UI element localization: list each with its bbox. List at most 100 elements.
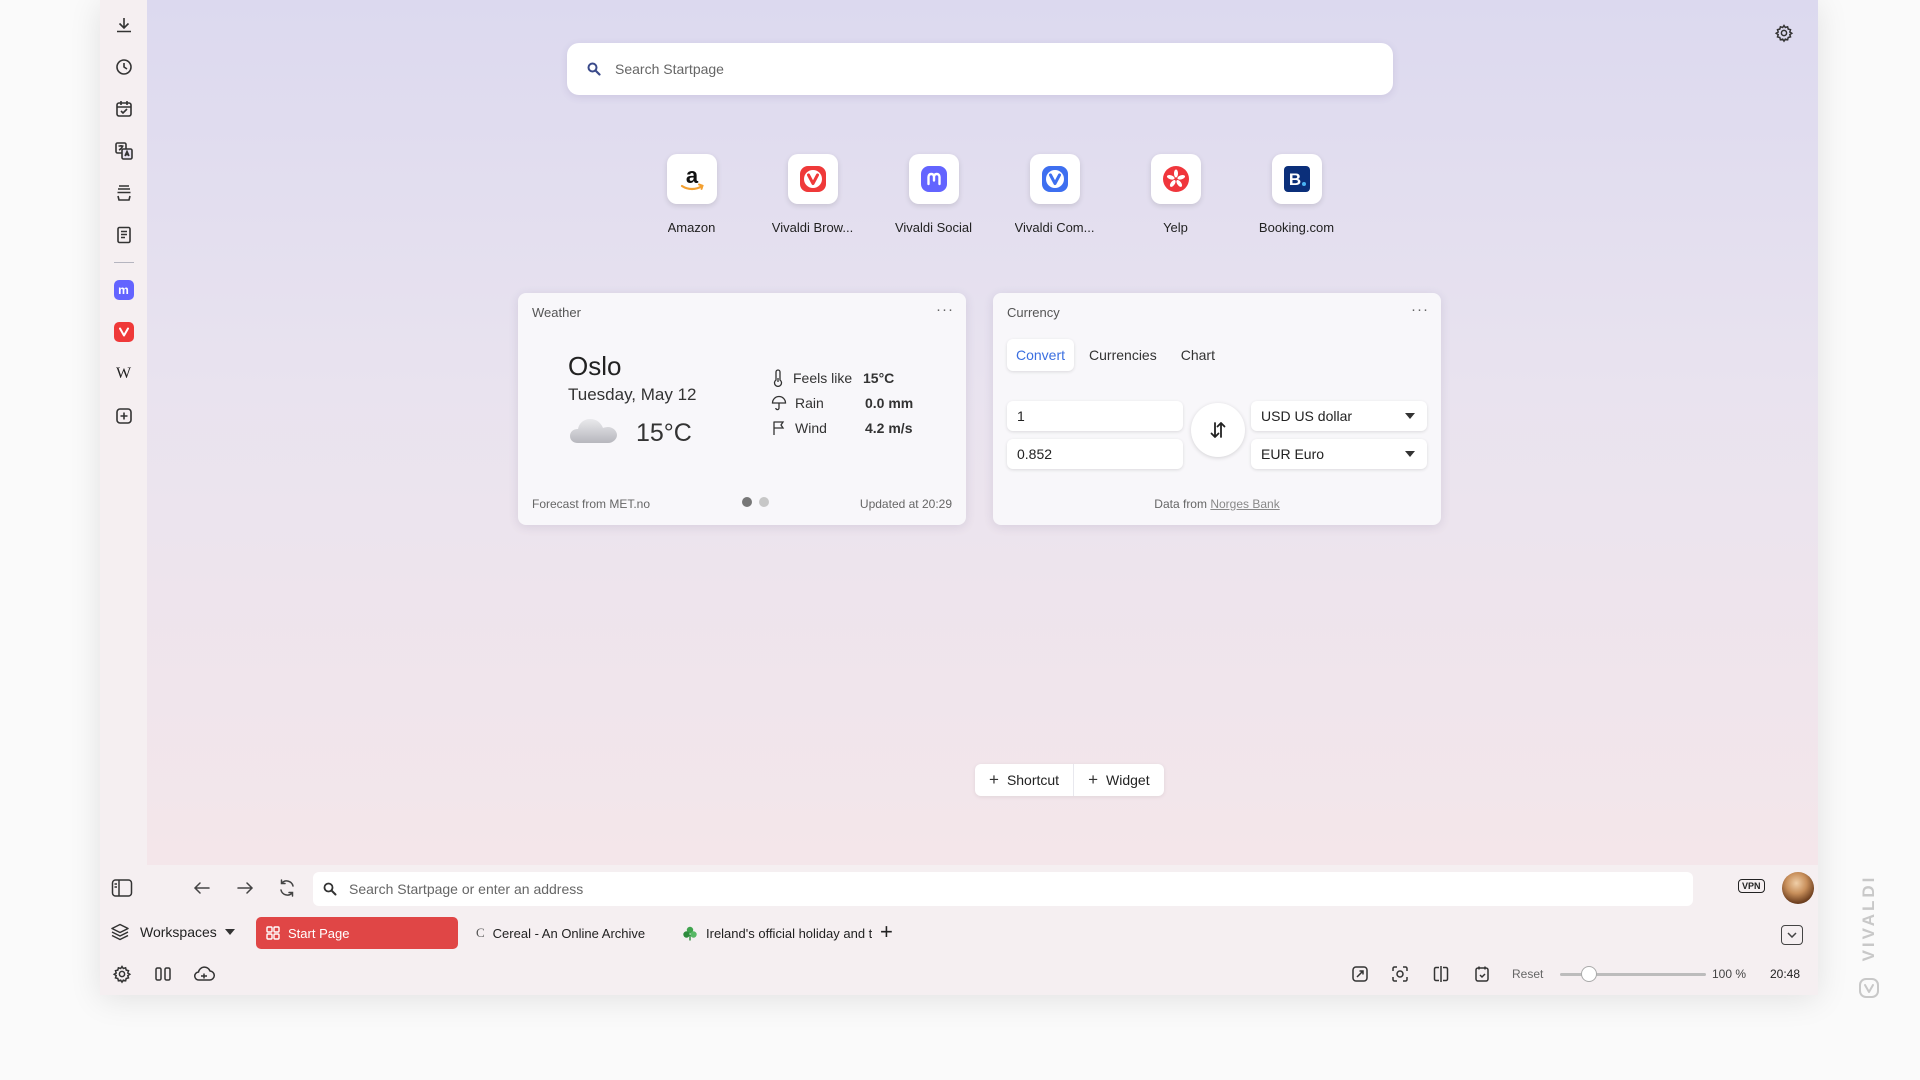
arrow-left-icon	[193, 882, 210, 894]
currency-to-value: EUR Euro	[1261, 446, 1325, 462]
page-tiling-button[interactable]	[1468, 960, 1496, 988]
tab-tiling-button[interactable]	[149, 960, 177, 988]
address-bar[interactable]	[313, 872, 1693, 906]
wind-row: Wind 4.2 m/s	[771, 415, 913, 440]
web-panel-mastodon[interactable]: m	[107, 273, 141, 307]
zoom-level: 100 %	[1712, 967, 1747, 981]
umbrella-icon	[771, 395, 787, 410]
zoom-slider[interactable]	[1560, 966, 1706, 982]
wind-label: Wind	[795, 419, 827, 436]
speed-dial-booking[interactable]: B Booking.com	[1236, 154, 1357, 235]
add-panel-icon	[115, 408, 132, 424]
zoom-reset-button[interactable]: Reset	[1512, 967, 1543, 981]
speed-dial-label: Amazon	[667, 220, 716, 235]
history-icon	[115, 59, 132, 75]
page-dot-2[interactable]	[759, 497, 769, 507]
startpage-search-box[interactable]	[567, 43, 1393, 95]
feels-like-value: 15°C	[863, 369, 895, 386]
workspaces-button[interactable]: Workspaces	[110, 918, 235, 946]
image-toggle-button[interactable]	[1346, 960, 1374, 988]
weather-details: Feels like 15°C Rain 0.0 mm Wind 4.2 m/s	[771, 365, 913, 440]
svg-text:a: a	[685, 164, 698, 188]
capture-button[interactable]	[1386, 960, 1414, 988]
currency-from-select[interactable]: USD US dollar	[1251, 401, 1427, 431]
vivaldi-logo-icon	[1859, 978, 1879, 998]
widget-menu-button[interactable]: ···	[1411, 301, 1429, 318]
web-panel-wikipedia[interactable]: W	[107, 357, 141, 391]
weather-pager	[742, 497, 769, 507]
speed-dial-label: Booking.com	[1258, 220, 1335, 235]
search-icon	[323, 882, 337, 896]
cereal-favicon-icon: C	[476, 925, 485, 940]
forward-button[interactable]	[231, 874, 259, 902]
mastodon-icon	[908, 154, 959, 204]
speed-dial-grid: a Amazon Vivaldi Brow... Vivaldi Social	[631, 154, 1357, 235]
new-tab-button[interactable]: +	[880, 921, 893, 943]
forecast-source: Forecast from MET.no	[532, 497, 651, 511]
vivaldi-watermark: VIVALDI	[1857, 868, 1881, 998]
sync-button[interactable]	[190, 960, 218, 988]
page-actions-button[interactable]	[1427, 960, 1455, 988]
thermometer-icon	[773, 368, 783, 387]
settings-button[interactable]	[108, 960, 136, 988]
currency-to-select[interactable]: EUR Euro	[1251, 439, 1427, 469]
tab-currencies[interactable]: Currencies	[1080, 339, 1166, 371]
add-widget-button[interactable]: + Widget	[1073, 764, 1164, 796]
speed-dial-label: Vivaldi Com...	[1014, 220, 1095, 235]
amount-from-input[interactable]: 1	[1007, 401, 1183, 431]
feels-like-row: Feels like 15°C	[771, 365, 913, 390]
history-panel-button[interactable]	[107, 50, 141, 84]
speed-dial-yelp[interactable]: Yelp	[1115, 154, 1236, 235]
tab-convert[interactable]: Convert	[1007, 339, 1075, 371]
yelp-icon	[1150, 154, 1201, 204]
currency-from-value: USD US dollar	[1261, 408, 1353, 424]
speed-dial-vivaldi-social[interactable]: Vivaldi Social	[873, 154, 994, 235]
speed-dial-vivaldi-community[interactable]: Vivaldi Com...	[994, 154, 1115, 235]
back-button[interactable]	[188, 874, 216, 902]
add-shortcut-button[interactable]: + Shortcut	[975, 764, 1073, 796]
chevron-down-icon	[1405, 451, 1415, 457]
inbox-stack-icon	[116, 185, 131, 201]
start-page-settings-button[interactable]	[1772, 21, 1796, 45]
amount-to-input[interactable]: 0.852	[1007, 439, 1183, 469]
add-web-panel-button[interactable]	[107, 399, 141, 433]
norges-bank-link[interactable]: Norges Bank	[1210, 497, 1279, 511]
tab-start-page[interactable]: Start Page	[256, 917, 458, 949]
profile-avatar[interactable]	[1782, 872, 1814, 904]
zoom-slider-handle[interactable]	[1581, 966, 1598, 982]
swap-currencies-button[interactable]	[1191, 403, 1245, 457]
gear-icon	[1774, 24, 1794, 43]
tab-title: Cereal - An Online Archive	[492, 925, 646, 941]
downloads-panel-button[interactable]	[107, 8, 141, 42]
cloud-sync-icon	[194, 966, 215, 981]
notes-panel-button[interactable]	[107, 218, 141, 252]
startpage-search-input[interactable]	[613, 60, 1393, 78]
web-panel-vivaldi[interactable]	[107, 315, 141, 349]
calendar-icon	[115, 101, 132, 117]
sync-tabs-icon	[1475, 966, 1489, 982]
booking-icon: B	[1271, 154, 1322, 204]
expand-image-icon	[1352, 966, 1368, 982]
vpn-button[interactable]: VPN	[1738, 879, 1765, 893]
swap-arrows-icon	[1210, 422, 1226, 438]
speed-dial-amazon[interactable]: a Amazon	[631, 154, 752, 235]
page-dot-1[interactable]	[742, 497, 752, 507]
rain-value: 0.0 mm	[865, 394, 914, 411]
tab-list-button[interactable]	[1781, 925, 1803, 945]
tab-chart[interactable]: Chart	[1172, 339, 1224, 371]
calendar-panel-button[interactable]	[107, 92, 141, 126]
panel-toggle-button[interactable]	[108, 874, 136, 902]
speed-dial-vivaldi-browser[interactable]: Vivaldi Brow...	[752, 154, 873, 235]
tab-cereal[interactable]: C Cereal - An Online Archive	[466, 917, 670, 949]
widget-menu-button[interactable]: ···	[936, 301, 954, 318]
tab-ireland[interactable]: Ireland's official holiday and travel gu…	[672, 917, 872, 949]
speed-dial-label: Vivaldi Brow...	[771, 220, 854, 235]
reload-button[interactable]	[273, 874, 301, 902]
chevron-down-icon	[1405, 413, 1415, 419]
wind-flag-icon	[773, 420, 785, 435]
translate-panel-button[interactable]	[107, 134, 141, 168]
address-input[interactable]	[347, 880, 1693, 898]
mail-panel-button[interactable]	[107, 176, 141, 210]
currency-widget: Currency ··· Convert Currencies Chart 1 …	[993, 293, 1441, 525]
tab-bar: Workspaces Start Page C Cereal - An Onli…	[100, 910, 1818, 954]
